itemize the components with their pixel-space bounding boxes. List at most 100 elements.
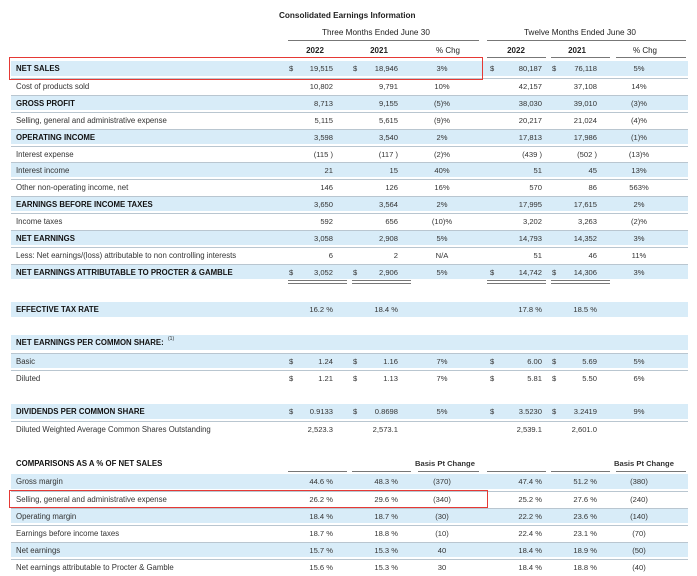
value-cell: 46 bbox=[588, 250, 597, 260]
value-cell: 17,986 bbox=[573, 132, 597, 142]
header-underline bbox=[551, 471, 610, 472]
header-underline bbox=[616, 471, 686, 472]
period-twelve-months: Twelve Months Ended June 30 bbox=[524, 28, 636, 37]
value-cell: 38,030 bbox=[518, 98, 542, 108]
row-label: Cost of products sold bbox=[16, 81, 90, 91]
row-label: Diluted bbox=[16, 374, 41, 383]
value-cell: 9,791 bbox=[378, 81, 398, 91]
value-cell: (30) bbox=[435, 511, 449, 521]
table-row: Interest income 21 15 40% 51 45 13% bbox=[11, 162, 688, 178]
table-row: Other non-operating income, net 146 126 16%… bbox=[11, 179, 688, 194]
header-underline bbox=[487, 471, 546, 472]
period-three-months: Three Months Ended June 30 bbox=[322, 28, 430, 37]
dollar-sign: $ bbox=[353, 357, 358, 366]
header-2022-3m: 2022 bbox=[306, 46, 324, 55]
value-cell: 40% bbox=[434, 166, 450, 176]
value-cell: 76,118 bbox=[574, 64, 597, 73]
value-cell: 10% bbox=[434, 81, 450, 91]
value-cell: 2,573.1 bbox=[372, 425, 398, 434]
value-cell: 5% bbox=[436, 234, 448, 243]
value-cell: 14,306 bbox=[573, 267, 597, 277]
table-row: Selling, general and administrative expe… bbox=[11, 111, 688, 127]
table-row: Diluted 1.21 1.13 7% 5.81 5.50 6% $ $ $ $ bbox=[11, 370, 688, 385]
table-row: GROSS PROFIT 8,713 9,155 (5)% 38,030 39,010 (3… bbox=[11, 94, 688, 110]
dollar-sign: $ bbox=[490, 357, 495, 366]
header-2022-12m: 2022 bbox=[507, 46, 525, 55]
header-2021-12m: 2021 bbox=[568, 46, 586, 55]
value-cell: (9)% bbox=[433, 115, 451, 125]
table-row: Gross margin 44.6 % 48.3 % (370) 47.4 % 51.2 … bbox=[11, 474, 688, 489]
header-underline-5 bbox=[551, 57, 610, 58]
value-cell: 47.4 % bbox=[518, 477, 542, 486]
value-cell: 6% bbox=[633, 374, 645, 383]
row-label: Other non-operating income, net bbox=[16, 183, 129, 193]
value-cell: 86 bbox=[588, 183, 597, 193]
value-cell: (1)% bbox=[630, 132, 648, 142]
basis-pt-change-12m: Basis Pt Change bbox=[614, 459, 674, 468]
value-cell: 48.3 % bbox=[374, 477, 398, 486]
row-label: GROSS PROFIT bbox=[16, 98, 75, 108]
row-label: Selling, general and administrative expe… bbox=[16, 115, 167, 125]
row-label: EFFECTIVE TAX RATE bbox=[16, 305, 99, 314]
value-cell: 18.5 % bbox=[573, 305, 597, 314]
table-row: Diluted Weighted Average Common Shares O… bbox=[11, 421, 688, 436]
value-cell: 5,115 bbox=[314, 115, 333, 125]
value-cell: 2% bbox=[436, 200, 448, 210]
value-cell: 14,352 bbox=[573, 234, 597, 243]
value-cell: 5% bbox=[436, 407, 448, 416]
value-cell: 5% bbox=[633, 64, 645, 73]
row-label: Basic bbox=[16, 357, 36, 366]
table-row: NET EARNINGS PER COMMON SHARE: (1) bbox=[11, 335, 688, 350]
basis-pt-change-3m: Basis Pt Change bbox=[415, 459, 475, 468]
value-cell: 18.7 % bbox=[374, 511, 398, 521]
value-cell: 5,615 bbox=[378, 115, 398, 125]
value-cell: 21,024 bbox=[573, 115, 597, 125]
dollar-sign: $ bbox=[490, 64, 495, 73]
header-chg-3m: % Chg bbox=[435, 46, 460, 55]
dollar-sign: $ bbox=[289, 357, 294, 366]
value-cell: 51 bbox=[533, 250, 542, 260]
value-cell: 3.5230 bbox=[518, 407, 542, 416]
value-cell: 18.4 % bbox=[518, 562, 542, 572]
table-row: Less: Net earnings/(loss) attributable t… bbox=[11, 246, 688, 262]
highlight-net-sales bbox=[9, 57, 483, 80]
dollar-sign: $ bbox=[353, 407, 358, 416]
value-cell: 14% bbox=[631, 81, 647, 91]
value-cell: (115 ) bbox=[313, 149, 333, 159]
value-cell: 6 bbox=[328, 250, 333, 260]
value-cell: 30 bbox=[437, 562, 447, 572]
dollar-sign: $ bbox=[552, 357, 557, 366]
value-cell: (140) bbox=[630, 511, 648, 521]
value-cell: 5.69 bbox=[582, 357, 597, 366]
table-row: Net earnings 15.7 % 15.3 % 40 18.4 % 18.9 % (5… bbox=[11, 541, 688, 557]
row-label: NET EARNINGS bbox=[16, 234, 75, 243]
value-cell: 23.1 % bbox=[573, 528, 597, 538]
value-cell: N/A bbox=[435, 250, 449, 260]
value-cell: 3.2419 bbox=[573, 407, 597, 416]
value-cell: 14,742 bbox=[518, 267, 542, 277]
value-cell: 40 bbox=[437, 545, 447, 555]
value-cell: 10,802 bbox=[309, 81, 333, 91]
value-cell: 3,202 bbox=[522, 217, 542, 227]
footnote-marker: (1) bbox=[168, 336, 175, 342]
table-row: Interest expense (115 ) (117 ) (2)% (439 ) (5… bbox=[11, 145, 688, 161]
value-cell: (13)% bbox=[628, 149, 650, 159]
value-cell: 3% bbox=[633, 234, 645, 243]
value-cell: (439 ) bbox=[522, 149, 542, 159]
value-cell: (380) bbox=[630, 477, 648, 486]
value-cell: 3,058 bbox=[313, 234, 333, 243]
value-cell: 2% bbox=[436, 132, 448, 142]
value-cell: 17,615 bbox=[573, 200, 597, 210]
value-cell: 3,263 bbox=[577, 217, 597, 227]
value-cell: 656 bbox=[385, 217, 398, 227]
value-cell: 17,995 bbox=[518, 200, 542, 210]
double-underline bbox=[551, 283, 610, 284]
table-row: COMPARISONS AS A % OF NET SALES Basis Pt … bbox=[11, 456, 688, 471]
row-label: Net earnings bbox=[16, 545, 61, 555]
value-cell: 15 bbox=[389, 166, 398, 176]
dollar-sign: $ bbox=[552, 374, 557, 383]
value-cell: 7% bbox=[436, 357, 448, 366]
dollar-sign: $ bbox=[490, 407, 495, 416]
value-cell: 51 bbox=[533, 166, 542, 176]
value-cell: 80,187 bbox=[518, 64, 542, 73]
